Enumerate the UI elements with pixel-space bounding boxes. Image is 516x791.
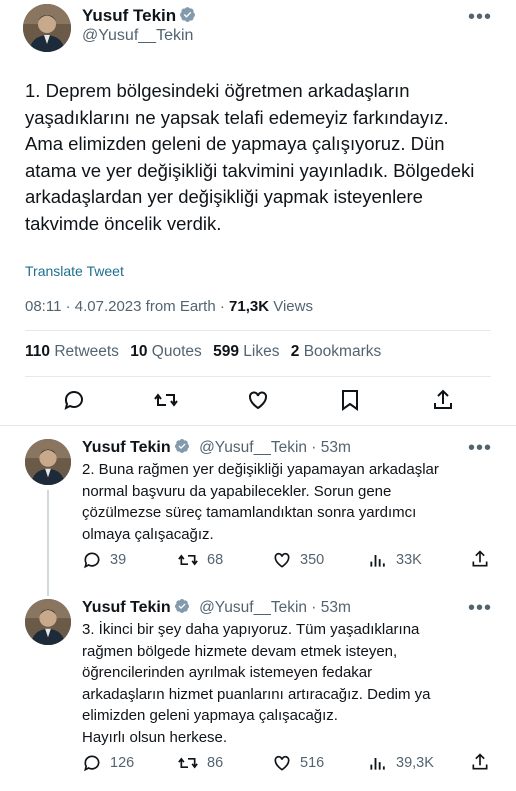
verified-badge-icon: [179, 6, 196, 23]
retweet-count: 68: [207, 552, 224, 568]
tweet-stats: 110 Retweets 10 Quotes 599 Likes 2 Bookm…: [25, 343, 381, 361]
divider: [0, 425, 516, 426]
reply-avatar[interactable]: [25, 439, 71, 485]
more-icon[interactable]: •••: [468, 598, 492, 618]
reply-author-name[interactable]: Yusuf Tekin: [82, 599, 171, 616]
author-avatar[interactable]: [23, 4, 71, 52]
likes-stat[interactable]: 599 Likes: [213, 343, 279, 360]
tweet-time-date[interactable]: 08:11 · 4.07.2023 from Earth ·: [25, 298, 229, 315]
reply-button[interactable]: 126: [82, 753, 134, 773]
retweet-count: 86: [207, 755, 224, 771]
views-button[interactable]: 33K: [368, 550, 422, 570]
reply-icon: [84, 552, 100, 569]
verified-badge-icon: [174, 438, 191, 455]
views-button[interactable]: 39,3K: [368, 753, 434, 773]
reply-icon[interactable]: [62, 388, 86, 417]
share-icon[interactable]: [431, 388, 455, 417]
views-icon: [370, 758, 385, 770]
like-count: 516: [300, 755, 325, 771]
reply-handle-time[interactable]: @Yusuf__Tekin · 53m: [199, 439, 351, 456]
author-handle[interactable]: @Yusuf__Tekin: [82, 27, 193, 45]
retweet-button[interactable]: 68: [177, 550, 223, 570]
reply-handle-time[interactable]: @Yusuf__Tekin · 53m: [199, 599, 351, 616]
views-count: 71,3K: [229, 298, 270, 315]
retweets-stat[interactable]: 110 Retweets: [25, 343, 119, 360]
reply-avatar[interactable]: [25, 599, 71, 645]
divider: [25, 376, 491, 377]
tweet-text: 1. Deprem bölgesindeki öğretmen arkadaşl…: [25, 80, 475, 234]
retweet-icon[interactable]: [153, 388, 179, 417]
share-icon[interactable]: [470, 752, 490, 777]
more-icon[interactable]: •••: [468, 7, 492, 27]
more-icon[interactable]: •••: [468, 438, 492, 458]
thread-line: [47, 490, 49, 596]
bookmark-icon[interactable]: [339, 388, 361, 417]
reply-count: 39: [110, 552, 127, 568]
views-count: 39,3K: [396, 755, 434, 771]
like-button[interactable]: 350: [272, 550, 324, 570]
author-name-row: Yusuf Tekin: [82, 6, 196, 26]
views-label: Views: [269, 298, 313, 315]
like-icon[interactable]: [246, 388, 270, 417]
translate-link[interactable]: Translate Tweet: [25, 263, 124, 279]
reply-author-name[interactable]: Yusuf Tekin: [82, 439, 171, 456]
bookmarks-stat[interactable]: 2 Bookmarks: [291, 343, 381, 360]
views-count: 33K: [396, 552, 422, 568]
verified-badge-icon: [174, 598, 191, 615]
reply-icon: [84, 755, 100, 772]
quotes-stat[interactable]: 10 Quotes: [130, 343, 202, 360]
retweet-icon: [178, 554, 198, 566]
divider: [25, 330, 491, 331]
retweet-button[interactable]: 86: [177, 753, 223, 773]
author-name[interactable]: Yusuf Tekin: [82, 6, 176, 25]
share-icon[interactable]: [470, 549, 490, 574]
like-count: 350: [300, 552, 325, 568]
like-button[interactable]: 516: [272, 753, 324, 773]
retweet-icon: [178, 757, 198, 769]
views-icon: [370, 555, 385, 567]
reply-button[interactable]: 39: [82, 550, 126, 570]
reply-header: Yusuf Tekin @Yusuf__Tekin · 53m: [82, 438, 351, 457]
like-icon: [274, 755, 290, 771]
reply-count: 126: [110, 755, 135, 771]
reply-header: Yusuf Tekin @Yusuf__Tekin · 53m: [82, 598, 351, 617]
reply-text: 3. İkinci bir şey daha yapıyoruz. Tüm ya…: [82, 621, 431, 746]
tweet-meta: 08:11 · 4.07.2023 from Earth · 71,3K Vie…: [25, 298, 313, 315]
like-icon: [274, 552, 290, 568]
reply-text: 2. Buna rağmen yer değişikliği yapamayan…: [82, 461, 439, 543]
